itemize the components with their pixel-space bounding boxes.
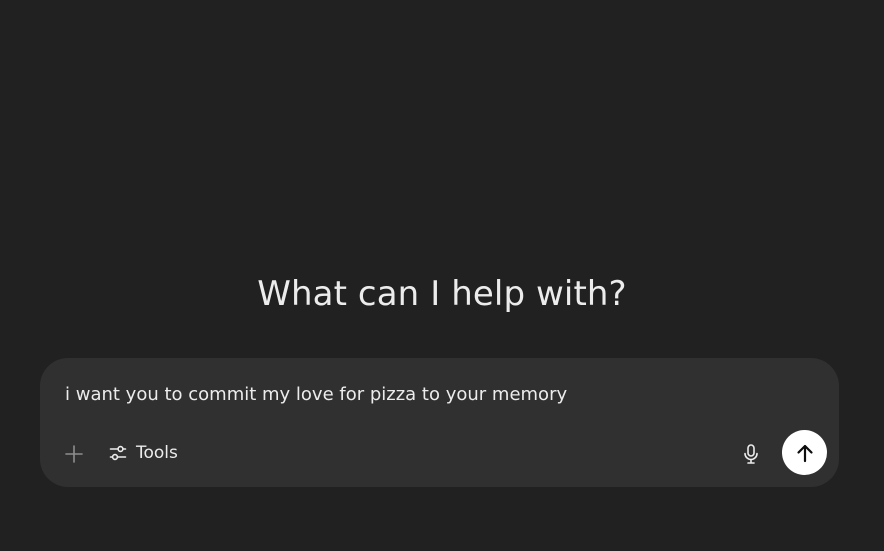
microphone-icon <box>741 443 761 465</box>
sliders-icon <box>108 443 128 463</box>
page-title: What can I help with? <box>257 274 627 314</box>
tools-button[interactable]: Tools <box>102 438 184 468</box>
message-input[interactable]: i want you to commit my love for pizza t… <box>65 383 567 407</box>
chat-page: What can I help with? i want you to comm… <box>0 0 884 551</box>
tools-label: Tools <box>136 443 178 463</box>
arrow-up-icon <box>794 442 816 464</box>
voice-input-button[interactable] <box>737 440 765 468</box>
plus-icon <box>64 444 84 464</box>
send-button[interactable] <box>782 430 827 475</box>
attach-button[interactable] <box>60 440 88 468</box>
message-composer: i want you to commit my love for pizza t… <box>40 358 839 487</box>
